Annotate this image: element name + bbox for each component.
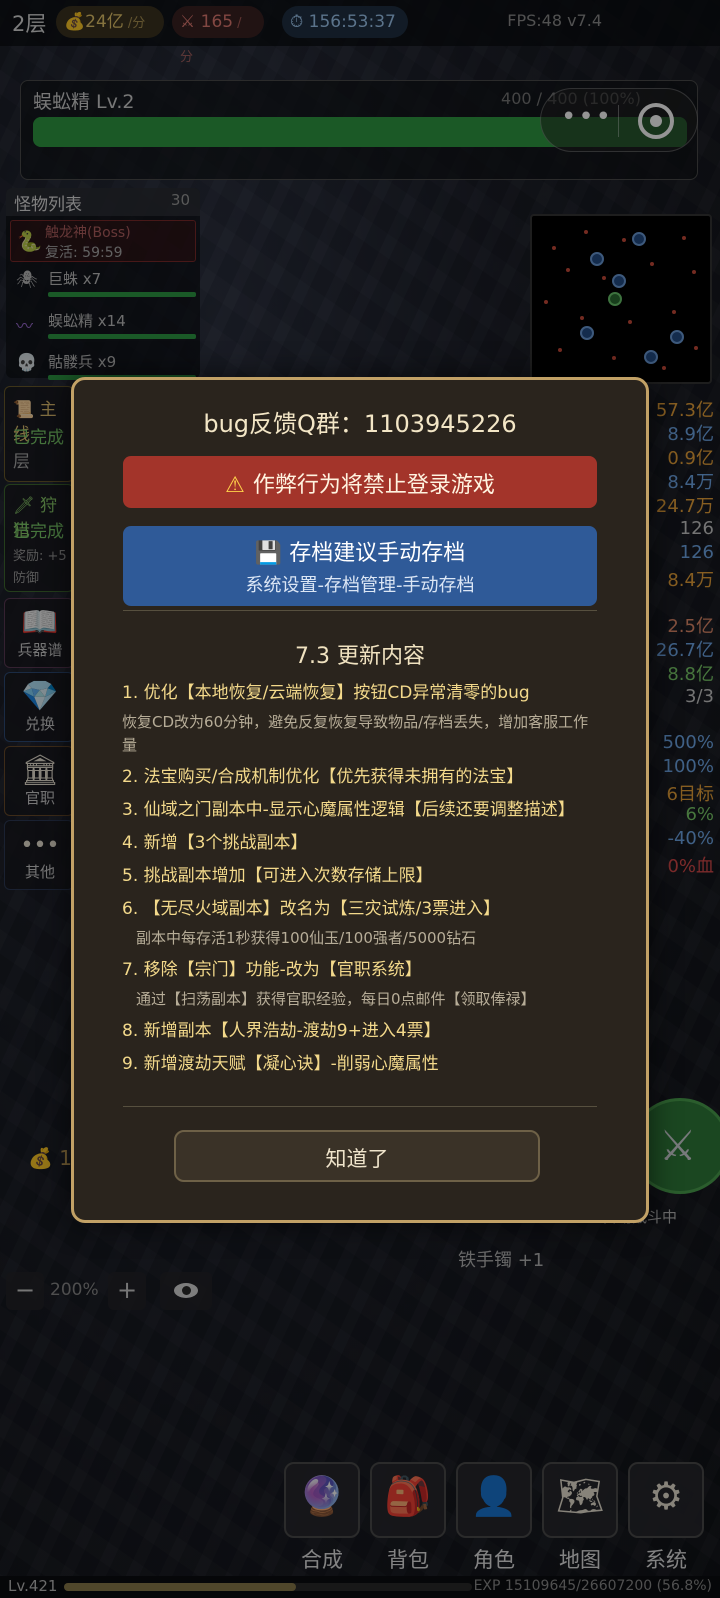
update-notes: 1. 优化【本地恢复/云端恢复】按钮CD异常清零的bug 恢复CD改为60分钟，避…: [122, 680, 602, 1077]
update-item: 9. 新增渡劫天赋【凝心诀】-削弱心魔属性: [122, 1054, 439, 1074]
update-item: 2. 法宝购买/合成机制优化【优先获得未拥有的法宝】: [122, 767, 524, 787]
update-item: 7. 移除【宗门】功能-改为【官职系统】: [122, 960, 422, 980]
update-item: 1. 优化【本地恢复/云端恢复】按钮CD异常清零的bug: [122, 683, 530, 703]
update-item: 6. 【无尽火域副本】改名为【三灾试炼/3票进入】: [122, 899, 501, 919]
acknowledge-label: 知道了: [325, 1147, 389, 1171]
floppy-disk-icon: 💾: [254, 541, 283, 566]
cheat-warning-banner: ⚠ 作弊行为将禁止登录游戏: [123, 456, 597, 508]
save-advice-title: 💾 存档建议手动存档: [254, 541, 466, 566]
update-title: 7.3 更新内容: [295, 644, 425, 669]
update-item-detail: 通过【扫荡副本】获得官职经验，每日0点邮件【领取俸禄】: [136, 990, 536, 1008]
update-item-detail: 副本中每存活1秒获得100仙玉/100强者/5000钻石: [136, 929, 477, 947]
divider: [123, 610, 597, 611]
warning-text: ⚠ 作弊行为将禁止登录游戏: [225, 473, 495, 498]
update-item: 4. 新增【3个挑战副本】: [122, 833, 308, 853]
update-item: 8. 新增副本【人界浩劫-渡劫9+进入4票】: [122, 1021, 441, 1041]
update-notice-dialog: bug反馈Q群：1103945226 ⚠ 作弊行为将禁止登录游戏 💾 存档建议手动…: [71, 377, 649, 1223]
update-item-detail: 恢复CD改为60分钟，避免反复恢复导致物品/存档丢失，增加客服工作量: [122, 713, 589, 754]
update-item: 5. 挑战副本增加【可进入次数存储上限】: [122, 866, 433, 886]
dialog-title: bug反馈Q群：1103945226: [203, 410, 517, 438]
warning-icon: ⚠: [225, 473, 245, 498]
save-advice-banner: 💾 存档建议手动存档 系统设置-存档管理-手动存档: [123, 526, 597, 606]
divider: [123, 1106, 597, 1107]
acknowledge-button[interactable]: 知道了: [174, 1130, 540, 1182]
save-advice-path: 系统设置-存档管理-手动存档: [245, 575, 475, 596]
update-item: 3. 仙域之门副本中-显示心魔属性逻辑【后续还要调整描述】: [122, 800, 575, 820]
